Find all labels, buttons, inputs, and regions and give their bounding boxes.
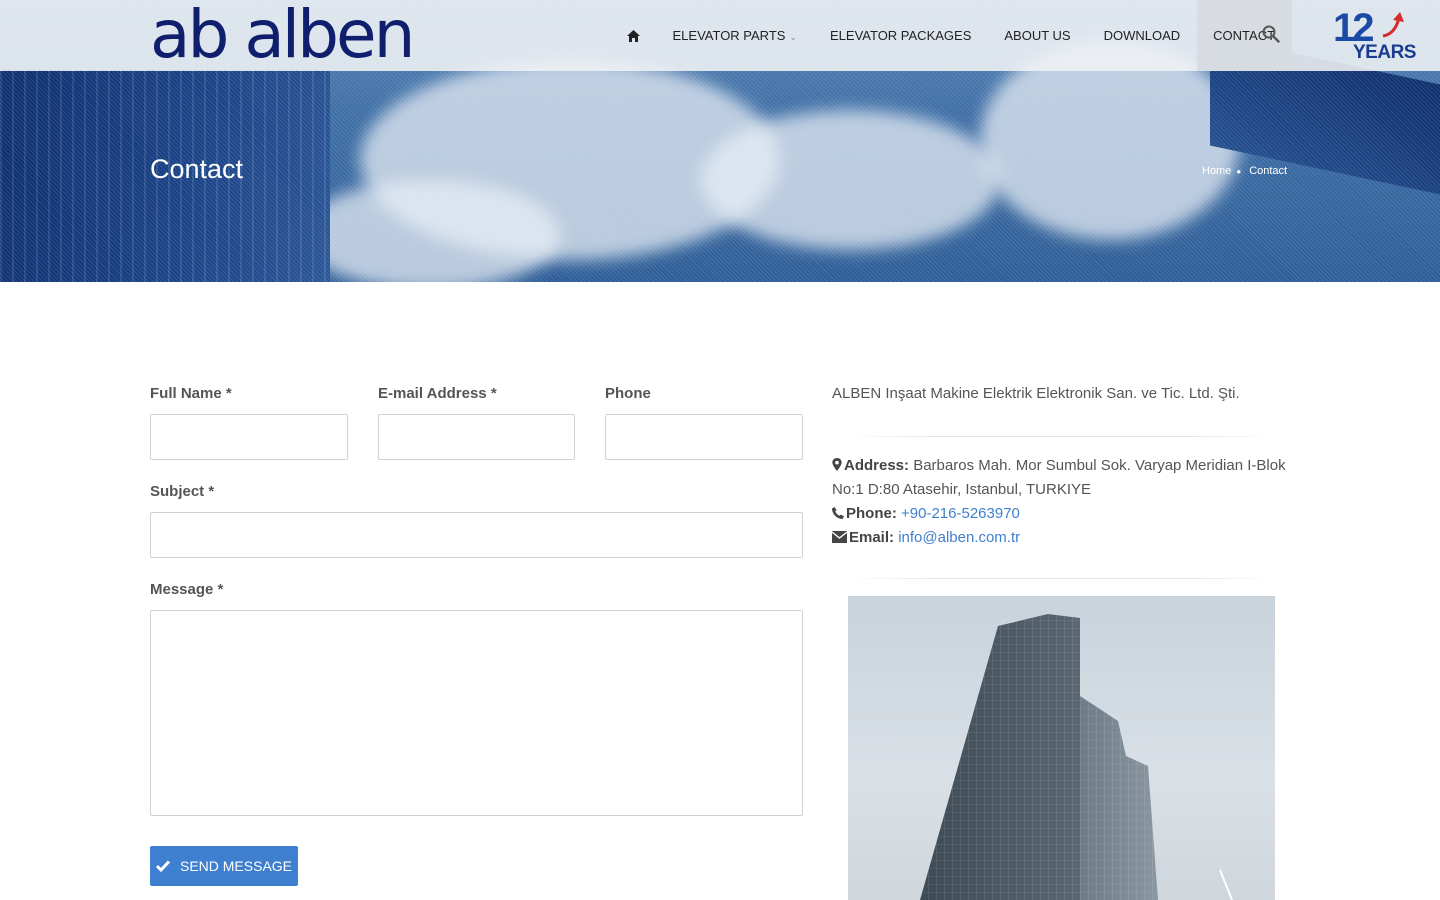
subject-input[interactable] bbox=[150, 512, 803, 558]
logo-text: ab alben bbox=[150, 0, 415, 73]
chevron-down-icon: ⌄ bbox=[789, 32, 797, 42]
nav-about-us-label: About Us bbox=[1004, 28, 1071, 43]
send-message-label: Send Message bbox=[179, 858, 293, 874]
phone-info-label: Phone: bbox=[846, 505, 897, 522]
map-marker-icon bbox=[832, 458, 842, 471]
search-icon[interactable] bbox=[1262, 25, 1280, 43]
badge-years: YEARS bbox=[1353, 42, 1416, 63]
main-nav: Elevator Parts ⌄ Elevator Packages About… bbox=[610, 0, 1292, 71]
nav-download-label: Download bbox=[1103, 28, 1181, 43]
nav-download[interactable]: Download bbox=[1087, 0, 1197, 71]
email-info-label: Email: bbox=[849, 529, 895, 546]
envelope-icon bbox=[832, 531, 847, 543]
breadcrumb-home[interactable]: Home bbox=[1202, 165, 1231, 177]
building-illustration bbox=[920, 614, 1233, 900]
address-line2: No:1 D:80 Atasehir, Istanbul, TURKIYE bbox=[832, 481, 1092, 498]
phone-link[interactable]: +90-216-5263970 bbox=[901, 505, 1020, 522]
email-input[interactable] bbox=[378, 414, 575, 460]
breadcrumb-separator: ● bbox=[1236, 166, 1242, 176]
nav-elevator-packages[interactable]: Elevator Packages bbox=[814, 0, 988, 71]
anniversary-badge: 12 YEARS bbox=[1325, 6, 1425, 66]
subject-label: Subject * bbox=[150, 483, 215, 500]
page-title: Contact bbox=[150, 154, 244, 184]
nav-elevator-parts-label: Elevator Parts bbox=[672, 28, 786, 43]
email-block: Email: info@alben.com.tr bbox=[832, 526, 1020, 550]
breadcrumb-current: Contact bbox=[1249, 165, 1288, 177]
arrow-up-icon bbox=[1382, 12, 1404, 38]
address-label: Address: bbox=[844, 457, 910, 474]
send-message-button[interactable]: Send Message bbox=[150, 846, 298, 886]
logo[interactable]: ab alben bbox=[150, 0, 415, 73]
full-name-label: Full Name * bbox=[150, 385, 232, 402]
phone-input[interactable] bbox=[605, 414, 803, 460]
address-line1: Barbaros Mah. Mor Sumbul Sok. Varyap Mer… bbox=[913, 457, 1286, 474]
email-label: E-mail Address * bbox=[378, 385, 497, 402]
divider bbox=[848, 436, 1275, 437]
phone-label: Phone bbox=[605, 385, 651, 402]
email-link[interactable]: info@alben.com.tr bbox=[898, 529, 1020, 546]
company-name: ALBEN Inşaat Makine Elektrik Elektronik … bbox=[832, 385, 1240, 402]
address-block: Address: Barbaros Mah. Mor Sumbul Sok. V… bbox=[832, 454, 1286, 502]
phone-block: Phone: +90-216-5263970 bbox=[832, 502, 1020, 526]
divider bbox=[848, 578, 1275, 579]
check-icon bbox=[155, 860, 170, 872]
nav-elevator-packages-label: Elevator Packages bbox=[830, 28, 972, 43]
site-header: ab alben Elevator Parts ⌄ Elevator Packa… bbox=[0, 0, 1440, 71]
nav-elevator-parts[interactable]: Elevator Parts ⌄ bbox=[656, 0, 814, 71]
phone-icon bbox=[832, 507, 844, 519]
home-icon bbox=[626, 29, 640, 42]
full-name-input[interactable] bbox=[150, 414, 348, 460]
message-label: Message * bbox=[150, 581, 224, 598]
building-photo bbox=[848, 596, 1275, 900]
nav-about-us[interactable]: About Us bbox=[988, 0, 1087, 71]
message-textarea[interactable] bbox=[150, 610, 803, 816]
nav-home[interactable] bbox=[610, 0, 656, 71]
breadcrumb: Home ● Contact bbox=[1202, 165, 1287, 177]
